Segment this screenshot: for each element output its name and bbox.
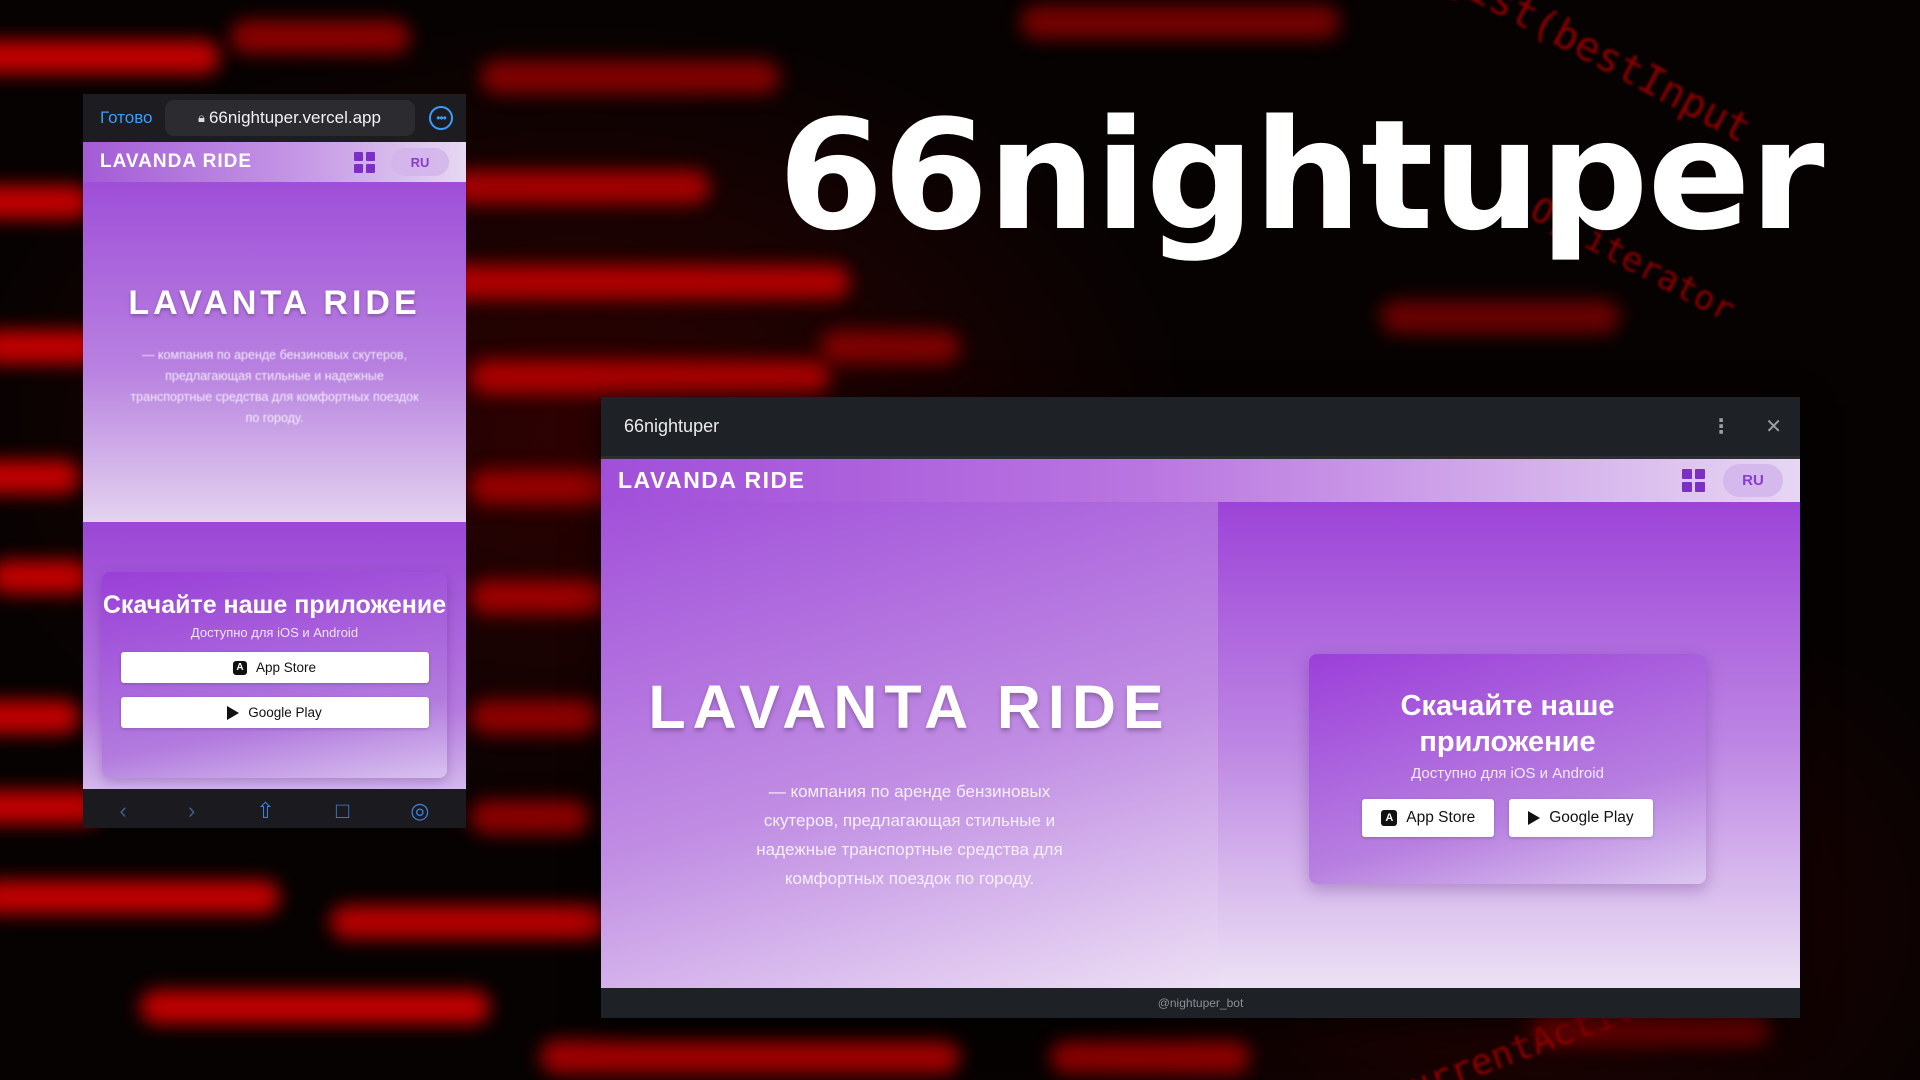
lock-icon: 🔒︎ bbox=[198, 110, 205, 125]
window-titlebar: 66nightuper ⋮ ✕ bbox=[601, 397, 1800, 456]
hero-section: LAVANTA RIDE — компания по аренде бензин… bbox=[83, 182, 466, 522]
download-section: Скачайте наше приложение Доступно для iO… bbox=[83, 522, 466, 789]
download-card: Скачайте наше приложение Доступно для iO… bbox=[102, 572, 447, 778]
compass-icon[interactable]: ◎ bbox=[410, 799, 429, 822]
language-switcher[interactable]: RU bbox=[391, 148, 449, 176]
forward-icon[interactable]: › bbox=[188, 799, 195, 822]
google-play-label: Google Play bbox=[1549, 809, 1634, 826]
kebab-menu-icon[interactable]: ⋮ bbox=[1711, 417, 1731, 437]
hero-description: — компания по аренде бензиновых скутеров… bbox=[756, 782, 1063, 888]
app-store-button[interactable]: A App Store bbox=[120, 652, 429, 683]
google-play-icon bbox=[1528, 811, 1541, 825]
google-play-label: Google Play bbox=[248, 705, 322, 720]
download-card: Скачайте наше приложение Доступно для iO… bbox=[1309, 654, 1706, 884]
phone-screenshot: Готово 🔒︎ 66nightuper.vercel.app ••• LAV… bbox=[83, 94, 466, 828]
download-subtitle: Доступно для iOS и Android bbox=[1411, 765, 1604, 782]
grid-menu-icon[interactable] bbox=[1682, 469, 1705, 492]
window-title: 66nightuper bbox=[624, 416, 720, 436]
close-icon[interactable]: ✕ bbox=[1765, 417, 1782, 437]
back-icon[interactable]: ‹ bbox=[120, 799, 127, 822]
bot-footer: @nightuper_bot bbox=[601, 988, 1800, 1018]
language-switcher[interactable]: RU bbox=[1723, 464, 1783, 497]
safari-top-bar: Готово 🔒︎ 66nightuper.vercel.app ••• bbox=[83, 94, 466, 142]
app-store-label: App Store bbox=[1406, 809, 1476, 826]
site-navbar: LAVANDA RIDE RU bbox=[83, 142, 466, 182]
more-options-icon[interactable]: ••• bbox=[429, 106, 453, 130]
google-play-icon bbox=[227, 705, 240, 720]
hero-title: LAVANTA RIDE bbox=[128, 284, 421, 322]
download-title: Скачайте наше приложение bbox=[1400, 690, 1615, 758]
brand-logo[interactable]: LAVANDA RIDE bbox=[618, 467, 806, 494]
brand-logo[interactable]: LAVANDA RIDE bbox=[100, 151, 252, 173]
download-title: Скачайте наше приложение bbox=[102, 591, 447, 619]
done-button[interactable]: Готово bbox=[100, 108, 153, 128]
google-play-button[interactable]: Google Play bbox=[1509, 799, 1653, 837]
telegram-webapp-window: 66nightuper ⋮ ✕ LAVANDA RIDE RU LAVANTA … bbox=[601, 397, 1800, 1018]
google-play-button[interactable]: Google Play bbox=[120, 697, 429, 728]
headline: 66nightuper bbox=[778, 87, 1825, 264]
download-section: Скачайте наше приложение Доступно для iO… bbox=[1218, 502, 1800, 988]
store-buttons: A App Store Google Play bbox=[1362, 799, 1653, 837]
site-navbar: LAVANDA RIDE RU bbox=[601, 456, 1800, 502]
hero-description: — компания по аренде бензиновых скутеров… bbox=[130, 348, 419, 425]
download-subtitle: Доступно для iOS и Android bbox=[190, 625, 359, 640]
grid-menu-icon[interactable] bbox=[354, 151, 375, 173]
share-icon[interactable]: ⇧ bbox=[256, 799, 274, 822]
bookmarks-icon[interactable]: □ bbox=[336, 799, 349, 822]
app-store-label: App Store bbox=[255, 660, 317, 675]
url-text: 66nightuper.vercel.app bbox=[208, 108, 381, 127]
app-store-button[interactable]: A App Store bbox=[1362, 799, 1495, 837]
hero-section: LAVANTA RIDE — компания по аренде бензин… bbox=[601, 502, 1218, 988]
app-store-icon: A bbox=[1381, 810, 1398, 826]
address-bar[interactable]: 🔒︎ 66nightuper.vercel.app bbox=[164, 100, 415, 136]
window-content: LAVANTA RIDE — компания по аренде бензин… bbox=[601, 502, 1800, 988]
safari-bottom-toolbar: ‹ › ⇧ □ ◎ bbox=[83, 789, 466, 828]
app-store-icon: A bbox=[232, 660, 247, 675]
hero-title: LAVANTA RIDE bbox=[648, 673, 1171, 741]
